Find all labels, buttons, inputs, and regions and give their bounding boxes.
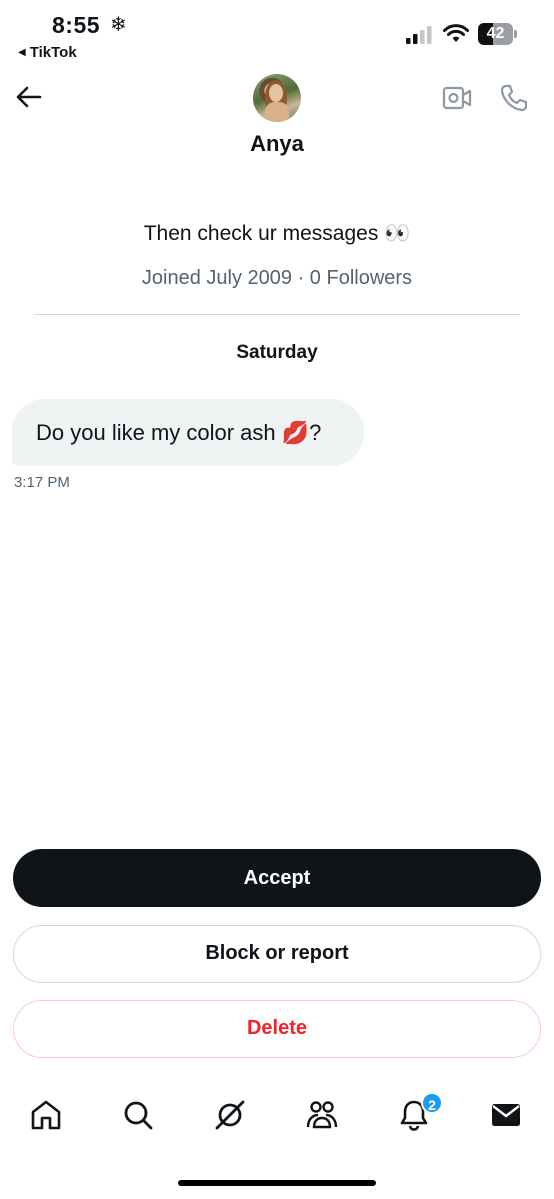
profile-meta: Joined July 2009 · 0 Followers <box>141 267 413 289</box>
message-timestamp: 3:17 PM <box>14 474 70 491</box>
profile-name[interactable]: Anya <box>0 131 554 157</box>
back-app-label: TikTok <box>29 44 77 61</box>
message-bubble[interactable]: Do you like my color ash 💋? <box>12 399 364 466</box>
back-triangle-icon: ◀ <box>18 47 26 58</box>
profile-bio: Then check ur messages 👀 <box>143 222 411 245</box>
back-to-app-link[interactable]: ◀ TikTok <box>18 44 77 61</box>
messages-icon[interactable] <box>488 1097 528 1137</box>
phone-call-icon[interactable] <box>499 83 529 113</box>
video-call-icon[interactable] <box>442 84 472 112</box>
grok-icon[interactable] <box>212 1097 252 1137</box>
back-arrow-icon[interactable] <box>14 82 44 112</box>
battery-icon: 42 <box>478 23 518 45</box>
block-or-report-button[interactable]: Block or report <box>13 925 541 983</box>
cellular-signal-icon <box>406 26 432 44</box>
notifications-badge: 2 <box>421 1092 443 1114</box>
home-icon[interactable] <box>28 1097 68 1137</box>
battery-level: 42 <box>486 25 505 42</box>
accept-button[interactable]: Accept <box>13 849 541 907</box>
avatar[interactable] <box>253 74 301 122</box>
status-bar: 8:55 ❄ ◀ TikTok 42 <box>0 0 554 66</box>
tab-bar <box>0 1085 554 1145</box>
snowflake-icon: ❄ <box>110 14 127 36</box>
status-time: 8:55 <box>52 12 101 38</box>
wifi-icon <box>443 24 469 42</box>
search-icon[interactable] <box>120 1097 160 1137</box>
delete-button[interactable]: Delete <box>13 1000 541 1058</box>
day-label: Saturday <box>236 342 318 363</box>
divider <box>34 314 520 315</box>
home-indicator[interactable] <box>178 1180 376 1186</box>
communities-icon[interactable] <box>304 1097 344 1137</box>
